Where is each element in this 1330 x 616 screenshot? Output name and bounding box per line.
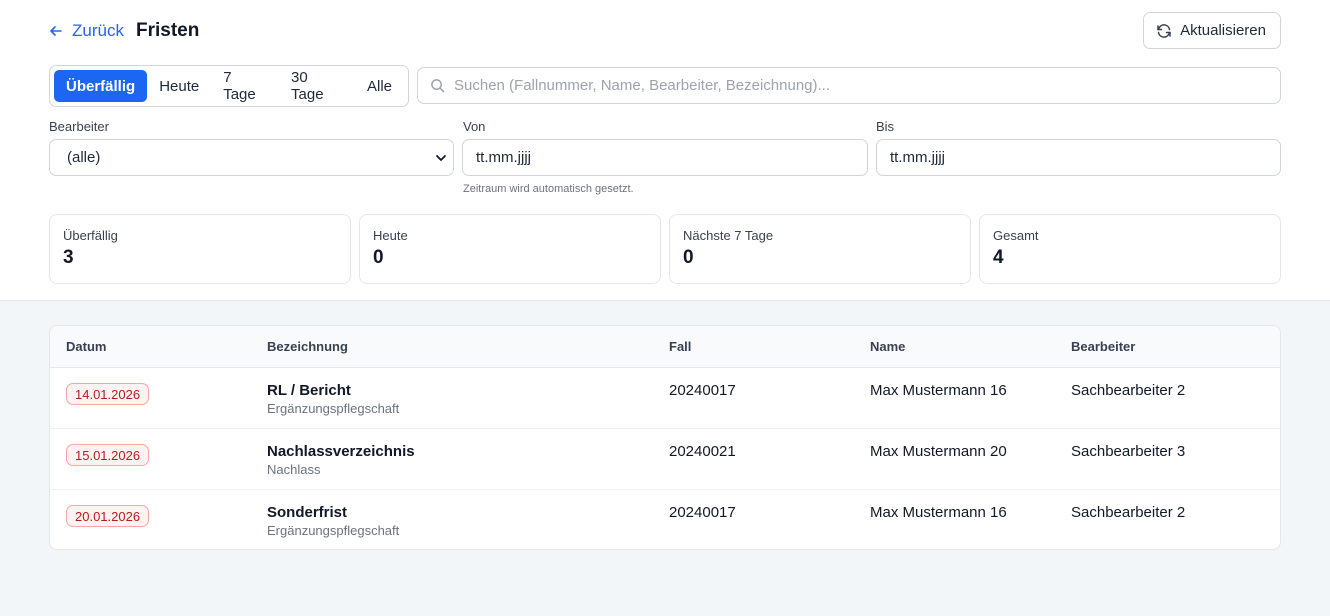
- case-number: 20240017: [669, 504, 736, 521]
- assignee: Sachbearbeiter 2: [1071, 504, 1186, 521]
- deadline-title: Sonderfrist: [267, 504, 348, 521]
- deadline-title: RL / Bericht: [267, 382, 351, 399]
- refresh-button[interactable]: Aktualisieren: [1143, 12, 1281, 49]
- range-hint: Zeitraum wird automatisch gesetzt.: [463, 183, 634, 195]
- deadline-type: Ergänzungspflegschaft: [267, 523, 400, 538]
- deadlines-table: Datum Bezeichnung Fall Name Bearbeiter 1…: [49, 325, 1281, 550]
- tab-ueberfaellig[interactable]: Überfällig: [54, 70, 148, 102]
- stat-value: 4: [993, 247, 1004, 268]
- search-input[interactable]: Suchen (Fallnummer, Name, Bearbeiter, Be…: [417, 67, 1281, 104]
- client-name: Max Mustermann 16: [870, 382, 1007, 399]
- table-row[interactable]: 20.01.2026 Sonderfrist Ergänzungspflegsc…: [50, 490, 1280, 549]
- deadline-type: Ergänzungspflegschaft: [267, 401, 400, 416]
- stat-label: Nächste 7 Tage: [683, 228, 774, 243]
- page-title: Fristen: [135, 19, 200, 41]
- date-badge-overdue: 20.01.2026: [66, 505, 150, 527]
- tab-heute[interactable]: Heute: [147, 70, 211, 102]
- date-badge-overdue: 14.01.2026: [66, 383, 150, 405]
- column-header-bearbeiter[interactable]: Bearbeiter: [1071, 339, 1135, 354]
- column-header-name[interactable]: Name: [870, 339, 905, 354]
- tab-7-tage[interactable]: 7 Tage: [211, 69, 279, 103]
- table-row[interactable]: 15.01.2026 Nachlassverzeichnis Nachlass …: [50, 429, 1280, 490]
- tab-30-tage[interactable]: 30 Tage: [279, 69, 355, 103]
- refresh-icon: [1157, 23, 1171, 38]
- column-header-fall[interactable]: Fall: [669, 339, 691, 354]
- client-name: Max Mustermann 20: [870, 443, 1007, 460]
- client-name: Max Mustermann 16: [870, 504, 1007, 521]
- stat-value: 3: [63, 247, 74, 268]
- bearbeiter-select[interactable]: (alle): [49, 139, 454, 176]
- von-label: Von: [463, 119, 486, 134]
- stat-value: 0: [683, 247, 694, 268]
- filters-row: Überfällig Heute 7 Tage 30 Tage Alle Suc…: [49, 65, 1281, 107]
- table-header: Datum Bezeichnung Fall Name Bearbeiter: [50, 326, 1280, 368]
- filter-panel: Zurück Fristen Aktualisieren Überfällig …: [0, 0, 1330, 301]
- search-placeholder: Suchen (Fallnummer, Name, Bearbeiter, Be…: [454, 77, 831, 94]
- refresh-label: Aktualisieren: [1180, 22, 1266, 39]
- stat-card-gesamt: Gesamt 4: [979, 214, 1281, 284]
- arrow-left-icon: [50, 25, 62, 36]
- assignee: Sachbearbeiter 3: [1071, 443, 1186, 460]
- case-number: 20240017: [669, 382, 736, 399]
- stat-label: Gesamt: [993, 228, 1039, 243]
- bis-date-field[interactable]: tt.mm.jjjj: [876, 139, 1281, 176]
- stat-label: Überfällig: [63, 228, 118, 243]
- tab-alle[interactable]: Alle: [355, 70, 404, 102]
- stat-card-ueberfaellig: Überfällig 3: [49, 214, 351, 284]
- stat-label: Heute: [373, 228, 408, 243]
- stat-value: 0: [373, 247, 384, 268]
- page-header: Zurück Fristen Aktualisieren: [49, 12, 1281, 49]
- bis-placeholder: tt.mm.jjjj: [890, 149, 945, 166]
- case-number: 20240021: [669, 443, 736, 460]
- von-placeholder: tt.mm.jjjj: [476, 149, 531, 166]
- date-badge-overdue: 15.01.2026: [66, 444, 150, 466]
- bearbeiter-value: (alle): [67, 149, 101, 166]
- period-tabs: Überfällig Heute 7 Tage 30 Tage Alle: [49, 65, 409, 107]
- stat-card-naechste-7-tage: Nächste 7 Tage 0: [669, 214, 971, 284]
- deadline-type: Nachlass: [267, 462, 321, 477]
- deadline-title: Nachlassverzeichnis: [267, 443, 415, 460]
- assignee: Sachbearbeiter 2: [1071, 382, 1186, 399]
- back-link[interactable]: Zurück: [49, 21, 124, 41]
- table-row[interactable]: 14.01.2026 RL / Bericht Ergänzungspflegs…: [50, 368, 1280, 429]
- chevron-down-icon: [436, 155, 446, 161]
- bearbeiter-label: Bearbeiter: [49, 119, 109, 134]
- back-label: Zurück: [72, 20, 124, 40]
- stat-card-heute: Heute 0: [359, 214, 661, 284]
- column-header-bezeichnung[interactable]: Bezeichnung: [267, 339, 348, 354]
- column-header-datum[interactable]: Datum: [66, 339, 106, 354]
- search-icon: [431, 79, 445, 93]
- von-date-field[interactable]: tt.mm.jjjj: [462, 139, 868, 176]
- bis-label: Bis: [876, 119, 895, 134]
